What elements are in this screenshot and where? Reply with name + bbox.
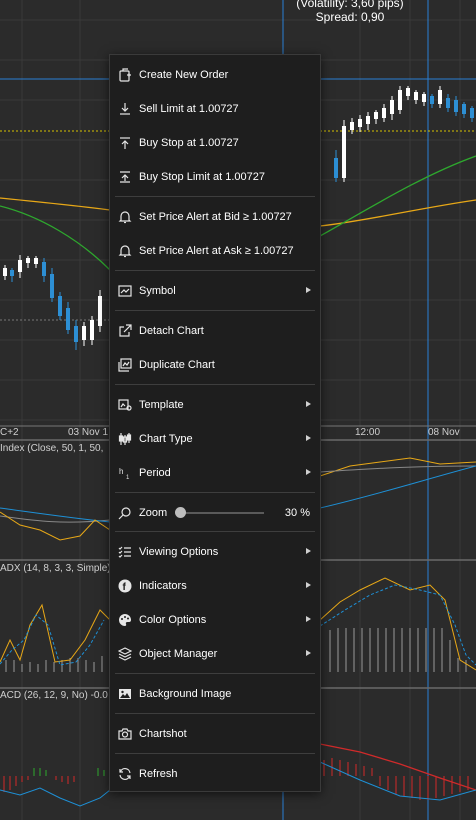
menu-item-label: Create New Order (139, 69, 229, 81)
menu-separator (115, 673, 315, 674)
macd-indicator-label: ACD (26, 12, 9, No) -0.0 (0, 690, 108, 701)
submenu-arrow-icon (306, 469, 311, 475)
layers-icon (117, 647, 133, 661)
buy-stop-limit-icon (118, 170, 132, 184)
index-indicator-label: Index (Close, 50, 1, 50, (0, 443, 104, 454)
time-axis-label: C+2 (0, 427, 19, 438)
time-axis-label: 08 Nov (428, 427, 460, 438)
refresh-icon (118, 767, 132, 781)
zoom-slider-handle[interactable] (175, 507, 186, 518)
menu-item-label: Background Image (139, 688, 232, 700)
viewing-options-icon (118, 545, 132, 559)
menu-item-label: Detach Chart (139, 325, 204, 337)
menu-separator (115, 310, 315, 311)
zoom-slider[interactable] (180, 512, 264, 514)
spread-label: Spread: 0,90 (315, 10, 385, 24)
time-axis-label: 12:00 (355, 427, 381, 438)
price-alert-bid-item[interactable]: Set Price Alert at Bid ≥ 1.00727 (110, 202, 320, 232)
detach-chart-item[interactable]: Detach Chart (110, 316, 320, 346)
template-icon (118, 398, 132, 412)
menu-separator (115, 384, 315, 385)
palette-icon (118, 613, 132, 627)
menu-item-label: Chartshot (139, 728, 187, 740)
template-item[interactable]: Template (110, 390, 320, 420)
menu-item-label: Period (139, 467, 171, 479)
buy-stop-limit-item[interactable]: Buy Stop Limit at 1.00727 (110, 162, 320, 192)
svg-text:h: h (119, 467, 123, 476)
candlestick-icon (118, 432, 132, 446)
chart-type-item[interactable]: Chart Type (110, 424, 320, 454)
submenu-arrow-icon (306, 548, 311, 554)
volatility-label: (Volatility: 3,60 pips) (296, 0, 404, 10)
viewing-options-item[interactable]: Viewing Options (110, 537, 320, 567)
menu-separator (115, 713, 315, 714)
price-alert-ask-item[interactable]: Set Price Alert at Ask ≥ 1.00727 (110, 236, 320, 266)
zoom-value: 30 % (284, 507, 310, 519)
menu-item-label: Symbol (139, 285, 176, 297)
menu-item-label: Refresh (139, 768, 178, 780)
submenu-arrow-icon (306, 650, 311, 656)
svg-text:1: 1 (126, 475, 130, 480)
camera-icon (118, 727, 132, 741)
object-manager-item[interactable]: Object Manager (110, 639, 320, 669)
time-axis-label: 03 Nov 1 (68, 427, 109, 438)
new-order-icon (118, 68, 132, 82)
sell-limit-icon (118, 102, 132, 116)
buy-stop-item[interactable]: Buy Stop at 1.00727 (110, 128, 320, 158)
duplicate-icon (118, 358, 132, 372)
zoom-item: Zoom 30 % (110, 498, 320, 528)
menu-item-label: Set Price Alert at Bid ≥ 1.00727 (139, 211, 292, 223)
period-item[interactable]: h1 Period (110, 458, 320, 488)
bell-icon (118, 244, 132, 258)
duplicate-chart-item[interactable]: Duplicate Chart (110, 350, 320, 380)
menu-item-label: Buy Stop Limit at 1.00727 (139, 171, 265, 183)
bell-icon (118, 210, 132, 224)
submenu-arrow-icon (306, 435, 311, 441)
background-image-item[interactable]: Background Image (110, 679, 320, 709)
symbol-item[interactable]: Symbol (110, 276, 320, 306)
menu-item-label: Zoom (139, 507, 168, 519)
menu-separator (115, 196, 315, 197)
symbol-icon (118, 284, 132, 298)
sell-limit-item[interactable]: Sell Limit at 1.00727 (110, 94, 320, 124)
menu-item-label: Object Manager (139, 648, 218, 660)
menu-item-label: Indicators (139, 580, 187, 592)
submenu-arrow-icon (306, 401, 311, 407)
menu-item-label: Sell Limit at 1.00727 (139, 103, 239, 115)
menu-item-label: Duplicate Chart (139, 359, 215, 371)
indicators-icon: f (118, 579, 132, 593)
menu-item-label: Chart Type (139, 433, 193, 445)
create-new-order-item[interactable]: Create New Order (110, 60, 320, 90)
image-icon (118, 687, 132, 701)
period-icon: h1 (118, 466, 132, 481)
menu-item-label: Viewing Options (139, 546, 219, 558)
menu-separator (115, 270, 315, 271)
submenu-arrow-icon (306, 582, 311, 588)
buy-stop-icon (118, 136, 132, 150)
menu-item-label: Buy Stop at 1.00727 (139, 137, 239, 149)
chart-context-menu: Create New Order Sell Limit at 1.00727 B… (109, 54, 321, 792)
menu-item-label: Set Price Alert at Ask ≥ 1.00727 (139, 245, 294, 257)
refresh-item[interactable]: Refresh (110, 759, 320, 789)
menu-item-label: Color Options (139, 614, 207, 626)
adx-indicator-label: ADX (14, 8, 3, 3, Simple) (0, 563, 111, 574)
menu-separator (115, 492, 315, 493)
chartshot-item[interactable]: Chartshot (110, 719, 320, 749)
zoom-icon (118, 506, 132, 520)
menu-separator (115, 753, 315, 754)
menu-item-label: Template (139, 399, 184, 411)
indicators-item[interactable]: f Indicators (110, 571, 320, 601)
detach-icon (118, 324, 132, 338)
color-options-item[interactable]: Color Options (110, 605, 320, 635)
submenu-arrow-icon (306, 616, 311, 622)
menu-separator (115, 531, 315, 532)
submenu-arrow-icon (306, 287, 311, 293)
